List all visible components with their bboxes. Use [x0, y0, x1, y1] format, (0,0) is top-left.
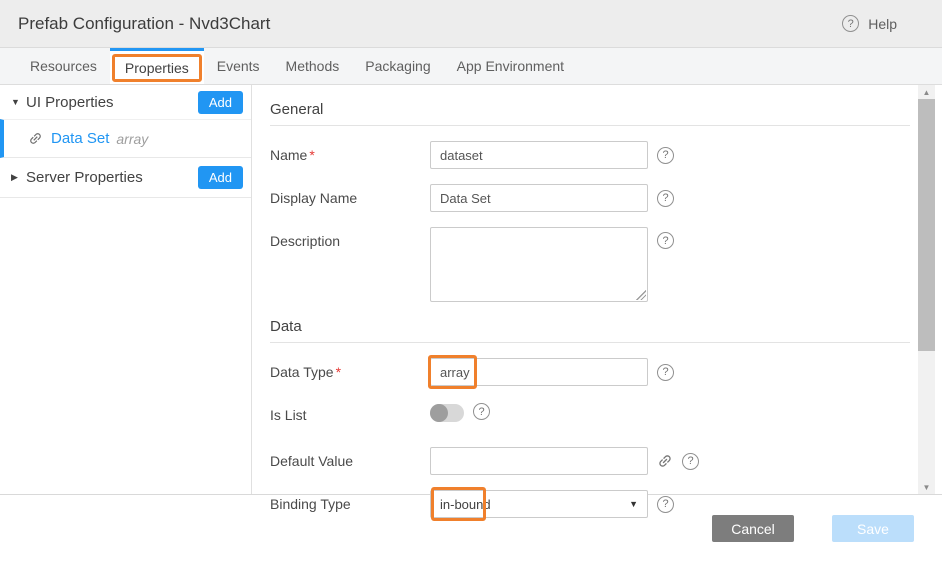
- field-row-data-type: Data Type* ?: [270, 358, 910, 386]
- data-type-input[interactable]: [430, 358, 648, 386]
- is-list-toggle[interactable]: [430, 404, 464, 422]
- field-row-display-name: Display Name ?: [270, 184, 910, 212]
- name-label: Name*: [270, 141, 430, 163]
- tab-bar: Resources Properties Events Methods Pack…: [0, 48, 942, 85]
- help-icon: ?: [842, 15, 859, 32]
- sidebar: ▼ UI Properties Add Data Set array ▶ Ser…: [0, 85, 252, 494]
- tab-properties-label: Properties: [125, 60, 189, 76]
- binding-type-value: in-bound: [440, 497, 491, 512]
- description-help-icon[interactable]: ?: [657, 232, 674, 249]
- data-type-help-icon[interactable]: ?: [657, 364, 674, 381]
- server-properties-label: Server Properties: [26, 169, 198, 186]
- default-value-input[interactable]: [430, 447, 648, 475]
- caret-right-icon: ▶: [11, 172, 26, 183]
- bind-link-icon[interactable]: [657, 453, 673, 469]
- sidebar-item-data-set[interactable]: Data Set array: [0, 119, 251, 158]
- tab-app-environment[interactable]: App Environment: [444, 48, 577, 84]
- tab-methods-label: Methods: [286, 58, 340, 74]
- required-asterisk: *: [309, 147, 314, 163]
- is-list-label: Is List: [270, 401, 430, 423]
- toggle-knob: [430, 404, 448, 422]
- description-textarea[interactable]: [430, 227, 648, 302]
- description-label: Description: [270, 227, 430, 249]
- tab-events[interactable]: Events: [204, 48, 273, 84]
- default-value-help-icon[interactable]: ?: [682, 453, 699, 470]
- binding-type-help-icon[interactable]: ?: [657, 496, 674, 513]
- scroll-up-icon[interactable]: ▲: [918, 85, 935, 99]
- default-value-label: Default Value: [270, 447, 430, 469]
- dialog-body: ▼ UI Properties Add Data Set array ▶ Ser…: [0, 85, 942, 494]
- dialog-title: Prefab Configuration - Nvd3Chart: [18, 14, 270, 34]
- server-properties-add-button[interactable]: Add: [198, 166, 243, 189]
- tab-events-label: Events: [217, 58, 260, 74]
- name-input[interactable]: [430, 141, 648, 169]
- data-type-label: Data Type*: [270, 358, 430, 380]
- ui-properties-add-button[interactable]: Add: [198, 91, 243, 114]
- tab-methods[interactable]: Methods: [273, 48, 353, 84]
- data-set-item-type: array: [116, 131, 148, 147]
- properties-form: General Name* ? Display Name ?: [252, 85, 910, 494]
- sidebar-group-server-properties[interactable]: ▶ Server Properties Add: [0, 158, 251, 198]
- field-row-name: Name* ?: [270, 141, 910, 169]
- dropdown-arrow-icon: ▼: [629, 499, 638, 509]
- field-row-binding-type: Binding Type in-bound ▼ ?: [270, 490, 910, 518]
- display-name-input[interactable]: [430, 184, 648, 212]
- save-button[interactable]: Save: [832, 515, 914, 542]
- resize-handle-icon[interactable]: [636, 290, 646, 300]
- caret-down-icon: ▼: [11, 97, 26, 107]
- help-label: Help: [868, 16, 897, 32]
- binding-type-select[interactable]: in-bound ▼: [430, 490, 648, 518]
- dialog-header: Prefab Configuration - Nvd3Chart ? Help: [0, 0, 942, 48]
- tab-resources-label: Resources: [30, 58, 97, 74]
- tab-packaging[interactable]: Packaging: [352, 48, 443, 84]
- binding-type-label: Binding Type: [270, 490, 430, 512]
- field-row-is-list: Is List ?: [270, 401, 910, 423]
- annotation-box-properties-tab: Properties: [112, 54, 202, 82]
- is-list-help-icon[interactable]: ?: [473, 403, 490, 420]
- data-set-item-label: Data Set: [51, 130, 109, 147]
- ui-properties-label: UI Properties: [26, 94, 198, 111]
- tab-resources[interactable]: Resources: [17, 48, 110, 84]
- prefab-config-dialog: Prefab Configuration - Nvd3Chart ? Help …: [0, 0, 942, 562]
- tab-properties[interactable]: Properties: [110, 48, 204, 84]
- sidebar-group-ui-properties[interactable]: ▼ UI Properties Add: [0, 85, 251, 119]
- vertical-scrollbar[interactable]: ▲ ▼: [918, 85, 935, 494]
- display-name-help-icon[interactable]: ?: [657, 190, 674, 207]
- cancel-button[interactable]: Cancel: [712, 515, 794, 542]
- section-data-title: Data: [270, 318, 910, 343]
- tab-packaging-label: Packaging: [365, 58, 430, 74]
- tab-app-environment-label: App Environment: [457, 58, 564, 74]
- field-row-default-value: Default Value ?: [270, 447, 910, 475]
- scrollbar-thumb[interactable]: [918, 99, 935, 351]
- link-icon: [28, 131, 43, 146]
- display-name-label: Display Name: [270, 184, 430, 206]
- field-row-description: Description ?: [270, 227, 910, 302]
- required-asterisk: *: [336, 364, 341, 380]
- scroll-down-icon[interactable]: ▼: [918, 480, 935, 494]
- name-help-icon[interactable]: ?: [657, 147, 674, 164]
- help-link[interactable]: ? Help: [842, 15, 897, 32]
- section-general-title: General: [270, 101, 910, 126]
